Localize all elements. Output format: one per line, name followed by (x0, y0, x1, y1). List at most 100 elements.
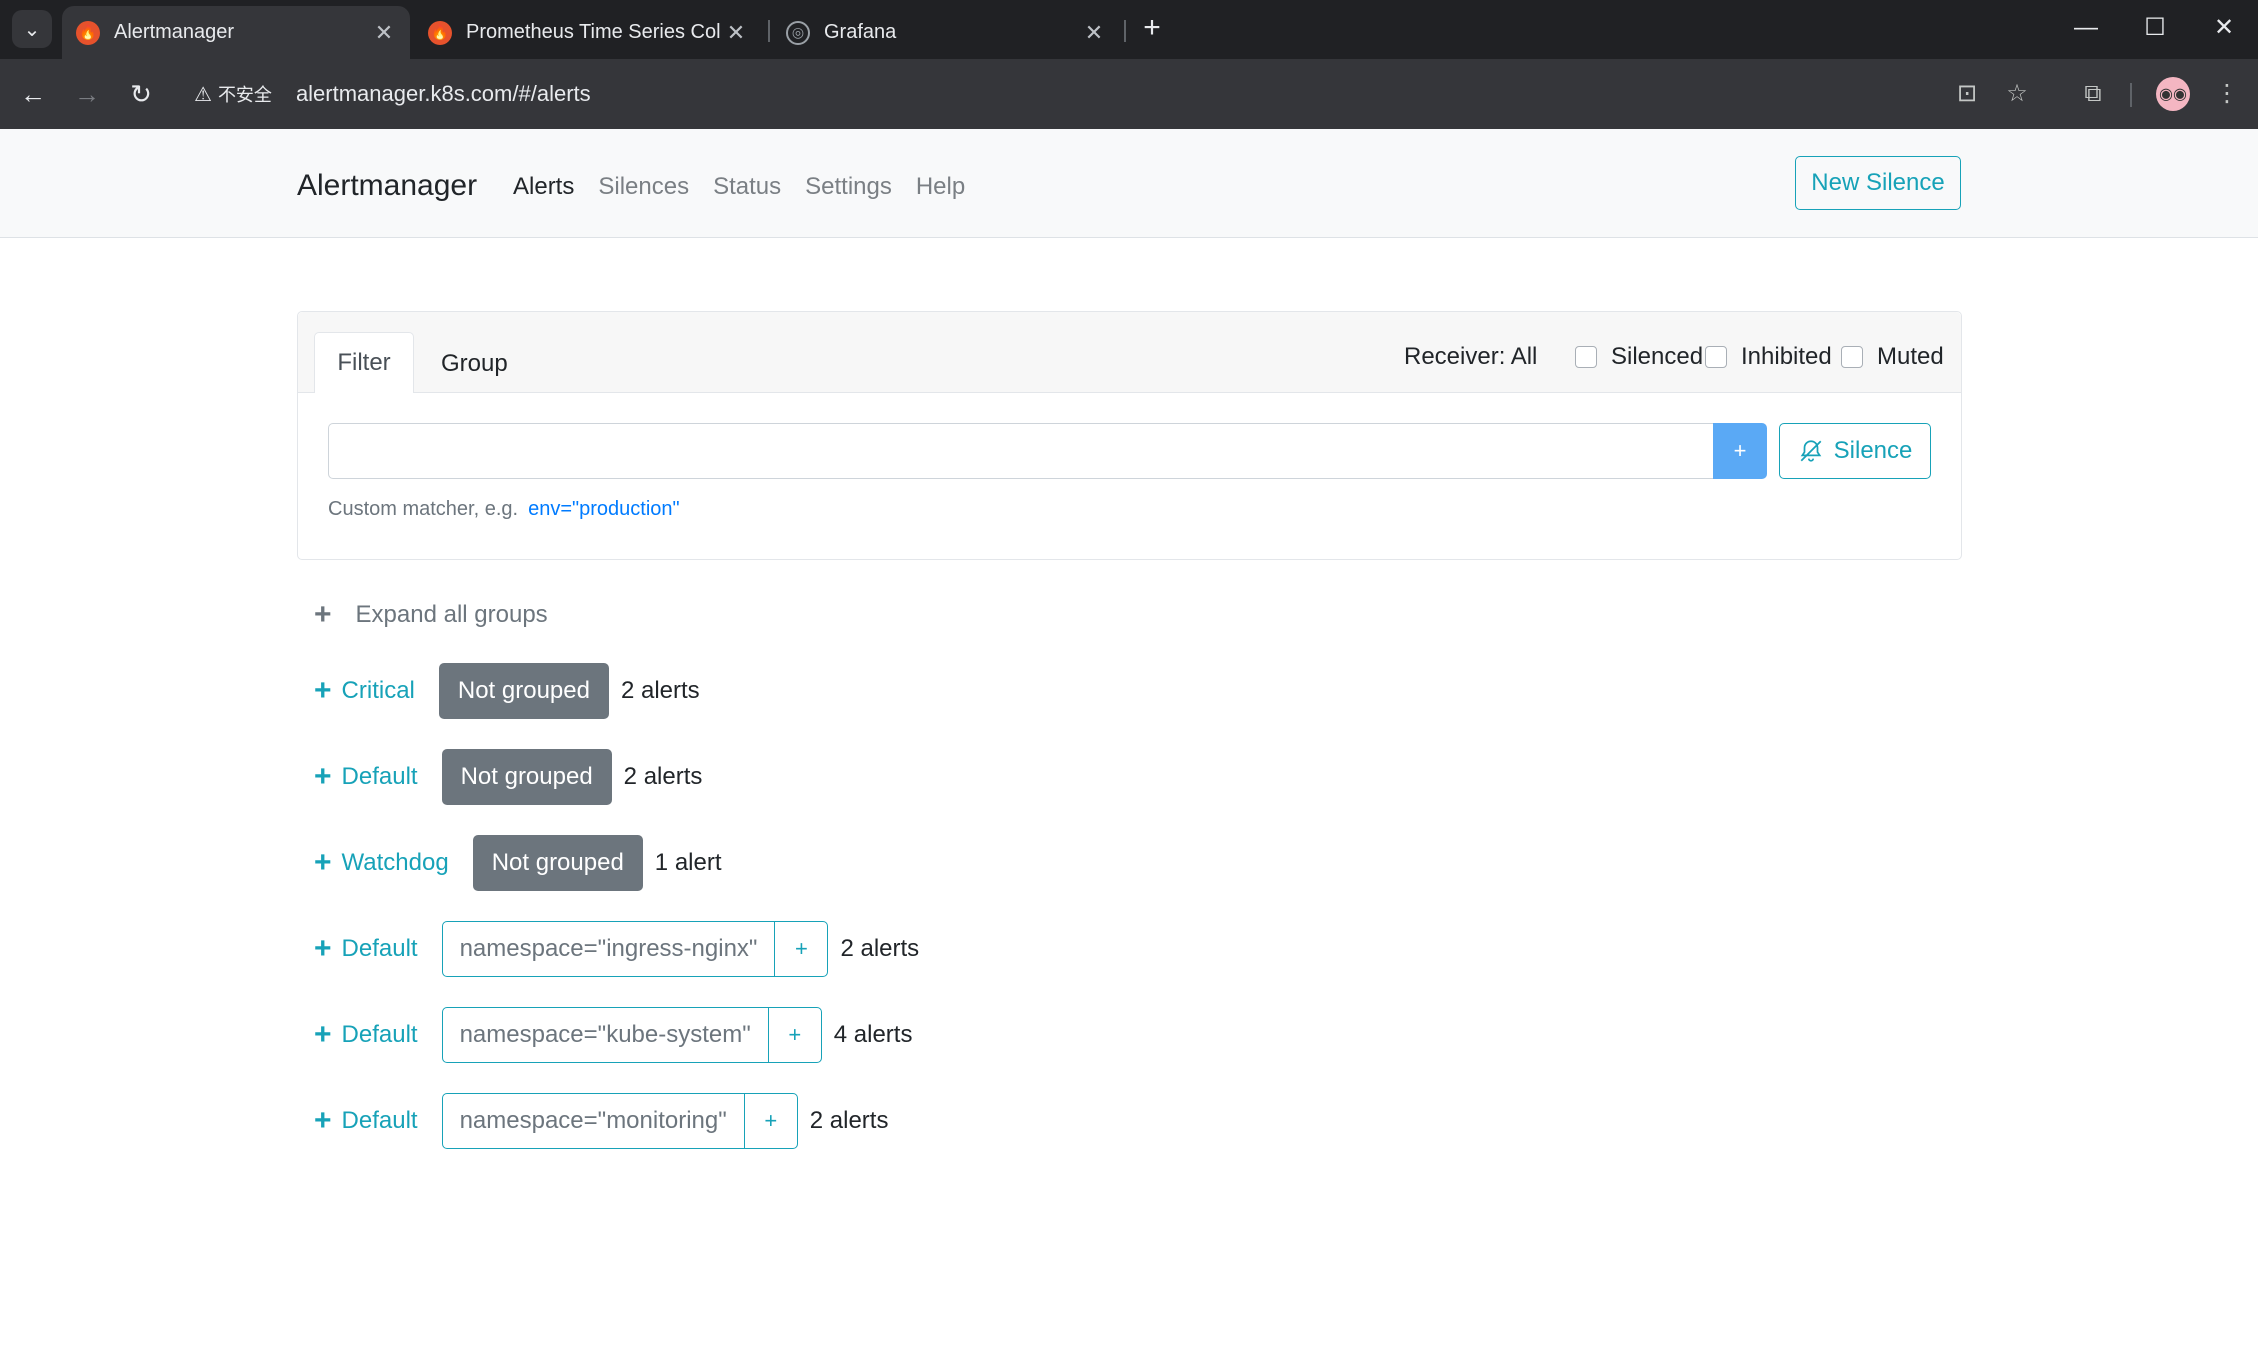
nav-link-status[interactable]: Status (713, 173, 781, 201)
checkbox-box[interactable] (1705, 346, 1727, 368)
browser-tab-grafana[interactable]: ◎ Grafana ✕ (772, 6, 1120, 59)
add-label-to-filter-button[interactable]: + (774, 922, 827, 976)
alert-group-row: + Watchdog Not grouped 1 alert (314, 835, 722, 891)
tab-separator (1124, 20, 1126, 42)
receiver-dropdown[interactable]: Receiver: All (1404, 343, 1537, 371)
group-alert-count: 2 alerts (840, 935, 920, 962)
tab-close-icon[interactable]: ✕ (1078, 20, 1110, 46)
expand-group-plus-icon[interactable]: + (314, 848, 332, 878)
group-alert-count: 2 alerts (623, 763, 703, 790)
tab-filter[interactable]: Filter (314, 332, 414, 393)
add-filter-button[interactable]: + (1713, 423, 1767, 479)
nav-link-settings[interactable]: Settings (805, 173, 892, 201)
filter-matcher-input[interactable] (328, 423, 1714, 479)
group-label-badge: Not grouped (441, 749, 612, 805)
tab-close-icon[interactable]: ✕ (368, 20, 400, 46)
expand-group-plus-icon[interactable]: + (314, 934, 332, 964)
expand-all-groups[interactable]: + Expand all groups (314, 598, 548, 632)
app-navbar: Alertmanager Alerts Silences Status Sett… (0, 129, 2258, 238)
group-label-filter: namespace="kube-system" + (441, 1007, 822, 1063)
group-alert-count: 2 alerts (809, 1107, 889, 1134)
expand-group-plus-icon[interactable]: + (314, 762, 332, 792)
address-bar[interactable]: ⚠ 不安全 alertmanager.k8s.com/#/alerts (180, 67, 1960, 121)
group-label-badge: Not grouped (438, 663, 609, 719)
muted-checkbox[interactable]: Muted (1841, 343, 1944, 371)
expand-group-plus-icon[interactable]: + (314, 676, 332, 706)
alert-group-row: + Default Not grouped 2 alerts (314, 749, 702, 805)
forward-arrow-icon[interactable]: → (66, 73, 108, 115)
minimize-icon[interactable]: — (2066, 10, 2106, 46)
group-receiver-link[interactable]: Critical (342, 677, 415, 705)
prometheus-flame-icon: 🔥 (76, 20, 100, 45)
browser-tab-prometheus[interactable]: 🔥 Prometheus Time Series Coll ✕ (414, 6, 762, 59)
checkbox-box[interactable] (1841, 346, 1863, 368)
tab-group[interactable]: Group (441, 350, 508, 378)
group-label-text: namespace="kube-system" (459, 1021, 751, 1048)
browser-toolbar: ← → ↻ ⚠ 不安全 alertmanager.k8s.com/#/alert… (0, 59, 2258, 129)
browser-tab-strip: ⌄ 🔥 Alertmanager ✕ 🔥 Prometheus Time Ser… (0, 0, 2258, 59)
url-text[interactable]: alertmanager.k8s.com/#/alerts (296, 81, 591, 107)
plus-icon: + (314, 598, 332, 631)
checkbox-box[interactable] (1575, 346, 1597, 368)
silence-button-label: Silence (1833, 437, 1913, 464)
group-receiver-link[interactable]: Default (342, 935, 418, 963)
prometheus-flame-icon: 🔥 (428, 20, 452, 45)
alert-group-row: + Default namespace="ingress-nginx" + 2 … (314, 921, 919, 977)
group-alert-count: 4 alerts (833, 1021, 913, 1048)
inhibited-checkbox[interactable]: Inhibited (1705, 343, 1832, 371)
group-receiver-link[interactable]: Watchdog (342, 849, 449, 877)
tab-separator (768, 20, 770, 42)
reload-icon[interactable]: ↻ (120, 73, 162, 115)
bell-slash-icon (1800, 440, 1822, 462)
expand-group-plus-icon[interactable]: + (314, 1106, 332, 1136)
alert-group-row: + Default namespace="monitoring" + 2 ale… (314, 1093, 888, 1149)
new-silence-button[interactable]: New Silence (1795, 156, 1961, 210)
security-label[interactable]: 不安全 (218, 81, 272, 107)
toolbar-divider (2130, 83, 2132, 107)
expand-all-label: Expand all groups (355, 601, 548, 628)
warning-triangle-icon[interactable]: ⚠ (194, 82, 212, 107)
add-label-to-filter-button[interactable]: + (767, 1008, 821, 1062)
filter-card-header: Filter Group Receiver: All Silenced Inhi… (298, 312, 1961, 393)
matcher-hint: Custom matcher, e.g. env="production" (328, 498, 680, 521)
grafana-icon: ◎ (786, 20, 810, 45)
checkbox-label: Silenced (1611, 343, 1704, 370)
nav-link-alerts[interactable]: Alerts (513, 173, 574, 201)
translate-icon[interactable]: ⊡ (1950, 77, 1984, 111)
silenced-checkbox[interactable]: Silenced (1575, 343, 1703, 371)
tab-title: Alertmanager (114, 21, 235, 43)
new-tab-plus-icon[interactable]: + (1136, 12, 1168, 44)
tab-close-icon[interactable]: ✕ (720, 20, 752, 46)
nav-link-help[interactable]: Help (916, 173, 965, 201)
bookmark-star-icon[interactable]: ☆ (2000, 77, 2034, 111)
group-alert-count: 2 alerts (620, 677, 700, 704)
maximize-icon[interactable]: ☐ (2135, 10, 2175, 46)
silence-button[interactable]: Silence (1779, 423, 1931, 479)
back-arrow-icon[interactable]: ← (12, 73, 54, 115)
alert-group-row: + Critical Not grouped 2 alerts (314, 663, 700, 719)
tab-search-chevron-down-icon[interactable]: ⌄ (12, 10, 52, 48)
window-close-icon[interactable]: ✕ (2204, 10, 2244, 46)
profile-avatar-icon[interactable]: ◉◉ (2156, 77, 2190, 111)
browser-tab-alertmanager[interactable]: 🔥 Alertmanager ✕ (62, 6, 410, 59)
group-receiver-link[interactable]: Default (342, 1021, 418, 1049)
more-vertical-icon[interactable]: ⋮ (2210, 77, 2244, 111)
group-alert-count: 1 alert (654, 849, 722, 876)
group-receiver-link[interactable]: Default (342, 1107, 418, 1135)
extensions-puzzle-icon[interactable]: ⧉ (2076, 77, 2110, 111)
alert-group-row: + Default namespace="kube-system" + 4 al… (314, 1007, 912, 1063)
expand-group-plus-icon[interactable]: + (314, 1020, 332, 1050)
tab-title: Grafana (824, 21, 897, 43)
group-label-text: namespace="ingress-nginx" (459, 935, 758, 962)
nav-links: Alerts Silences Status Settings Help (513, 173, 965, 201)
brand-title[interactable]: Alertmanager (297, 169, 477, 203)
group-receiver-link[interactable]: Default (342, 763, 418, 791)
checkbox-label: Inhibited (1741, 343, 1832, 370)
checkbox-label: Muted (1877, 343, 1944, 370)
add-label-to-filter-button[interactable]: + (743, 1094, 797, 1148)
hint-prefix: Custom matcher, e.g. (328, 498, 519, 520)
group-label-badge: Not grouped (472, 835, 643, 891)
nav-link-silences[interactable]: Silences (598, 173, 689, 201)
hint-example: env="production" (528, 498, 680, 520)
group-label-text: namespace="monitoring" (459, 1107, 727, 1134)
